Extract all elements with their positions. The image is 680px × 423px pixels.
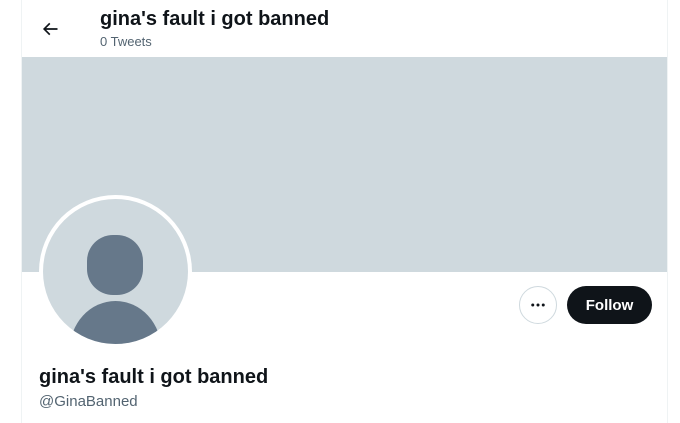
profile-column: gina's fault i got banned 0 Tweets Follo… [21, 0, 668, 423]
user-handle: @GinaBanned [39, 393, 138, 410]
follow-button[interactable]: Follow [567, 286, 652, 324]
profile-header: gina's fault i got banned 0 Tweets [22, 0, 667, 57]
arrow-left-icon [42, 22, 58, 36]
display-name: gina's fault i got banned [39, 366, 269, 388]
avatar[interactable] [39, 195, 192, 348]
default-avatar-icon [43, 199, 188, 344]
back-button[interactable] [32, 11, 68, 47]
more-button[interactable] [519, 286, 557, 324]
tweet-count: 0 Tweets [100, 34, 152, 49]
more-horizontal-icon [531, 303, 545, 307]
header-title: gina's fault i got banned [100, 8, 330, 30]
